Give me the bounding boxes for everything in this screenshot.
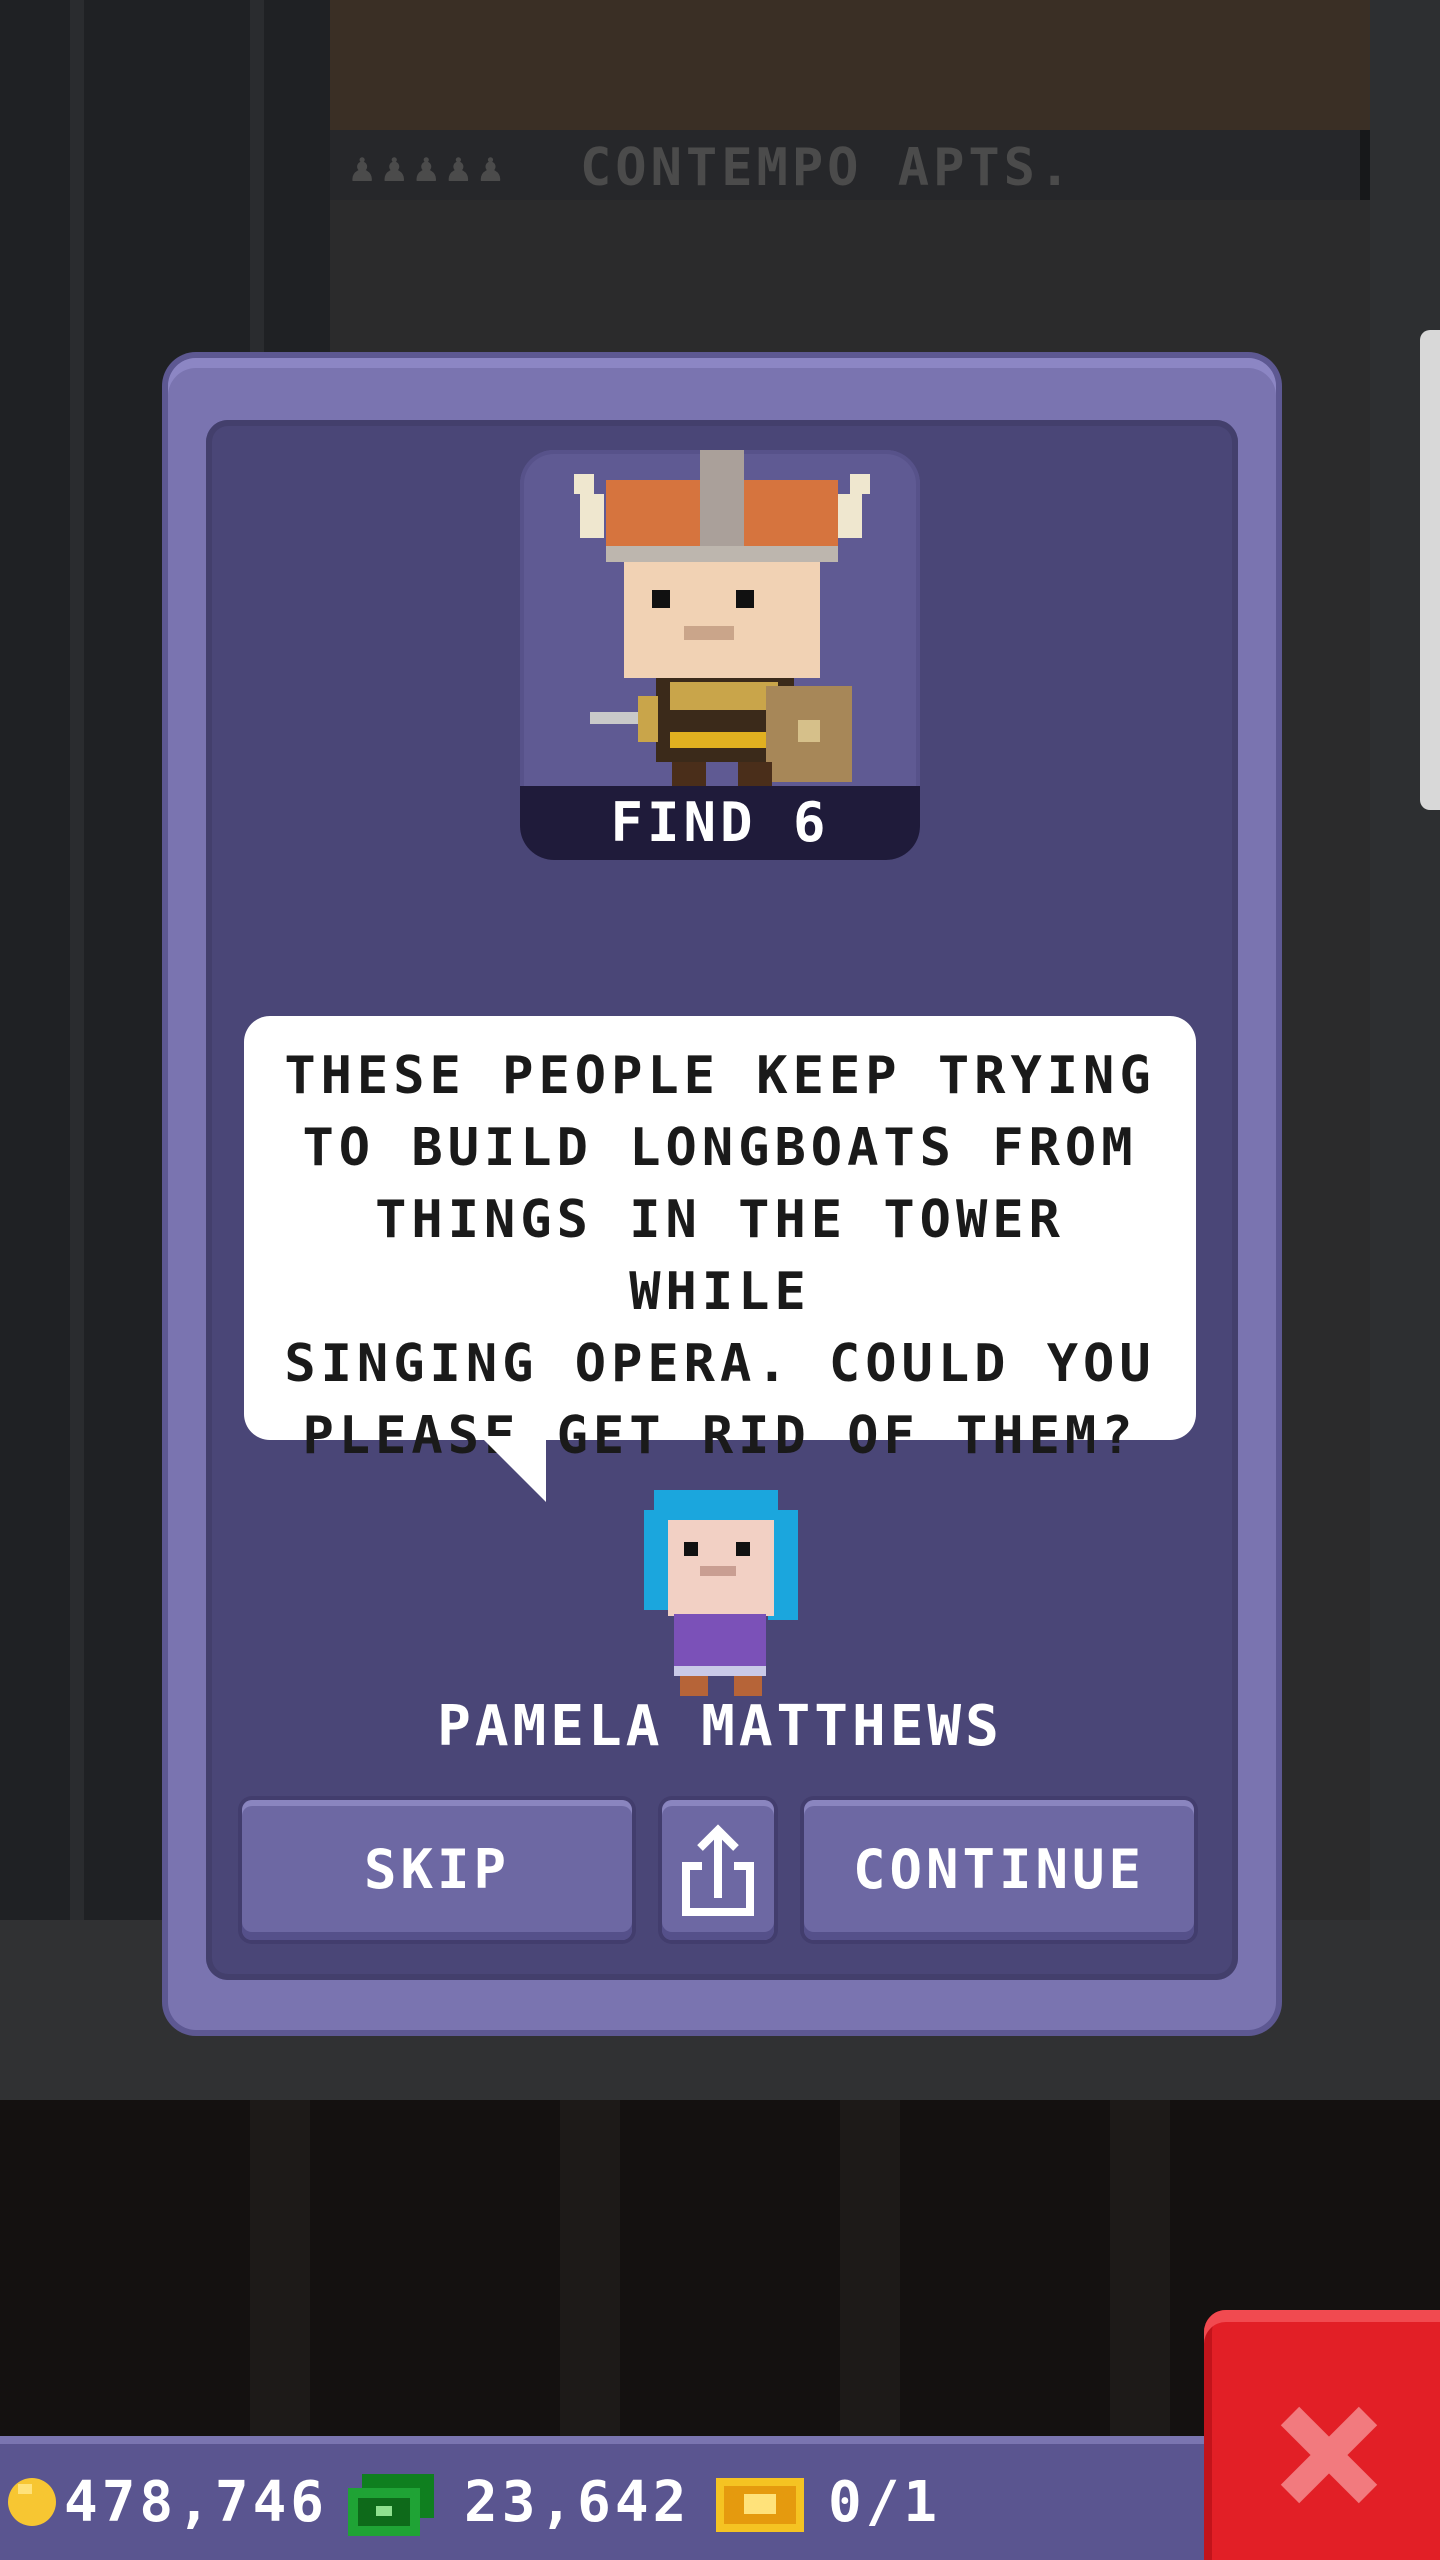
basement-pillar <box>560 2100 620 2440</box>
basement-pillar <box>1110 2100 1170 2440</box>
tower-floor <box>330 0 1370 130</box>
bux-count: 23,642 <box>464 2470 691 2535</box>
mission-find-count: FIND 6 <box>520 786 920 860</box>
floor-sign-label: CONTEMPO APTS. <box>580 138 1075 198</box>
continue-button[interactable]: CONTINUE <box>804 1800 1194 1940</box>
npc-sprite <box>644 1490 798 1696</box>
speech-bubble: THESE PEOPLE KEEP TRYING TO BUILD LONGBO… <box>244 1016 1196 1466</box>
basement-pillar <box>840 2100 900 2440</box>
share-icon <box>682 1824 754 1916</box>
viking-sprite <box>574 450 870 790</box>
coins-count: 478,746 <box>64 2470 329 2535</box>
coin-icon <box>8 2478 56 2526</box>
speech-bubble-tail <box>480 1436 546 1502</box>
resident-icons: ♟♟♟♟♟ <box>350 145 511 191</box>
target-portrait: FIND 6 <box>520 450 920 860</box>
close-icon <box>1280 2406 1378 2504</box>
close-button[interactable] <box>1204 2310 1440 2560</box>
tickets-count: 0/1 <box>828 2470 942 2535</box>
npc-name: PAMELA MATTHEWS <box>437 1694 1003 1759</box>
skip-button[interactable]: SKIP <box>242 1800 632 1940</box>
elevator-rail <box>70 0 84 2100</box>
share-button[interactable] <box>662 1800 774 1940</box>
ticket-icon <box>716 2478 804 2532</box>
side-scroll-tab[interactable] <box>1420 330 1440 810</box>
basement-pillar <box>250 2100 310 2440</box>
mission-message: THESE PEOPLE KEEP TRYING TO BUILD LONGBO… <box>284 1046 1156 1466</box>
bux-icon <box>348 2474 434 2536</box>
